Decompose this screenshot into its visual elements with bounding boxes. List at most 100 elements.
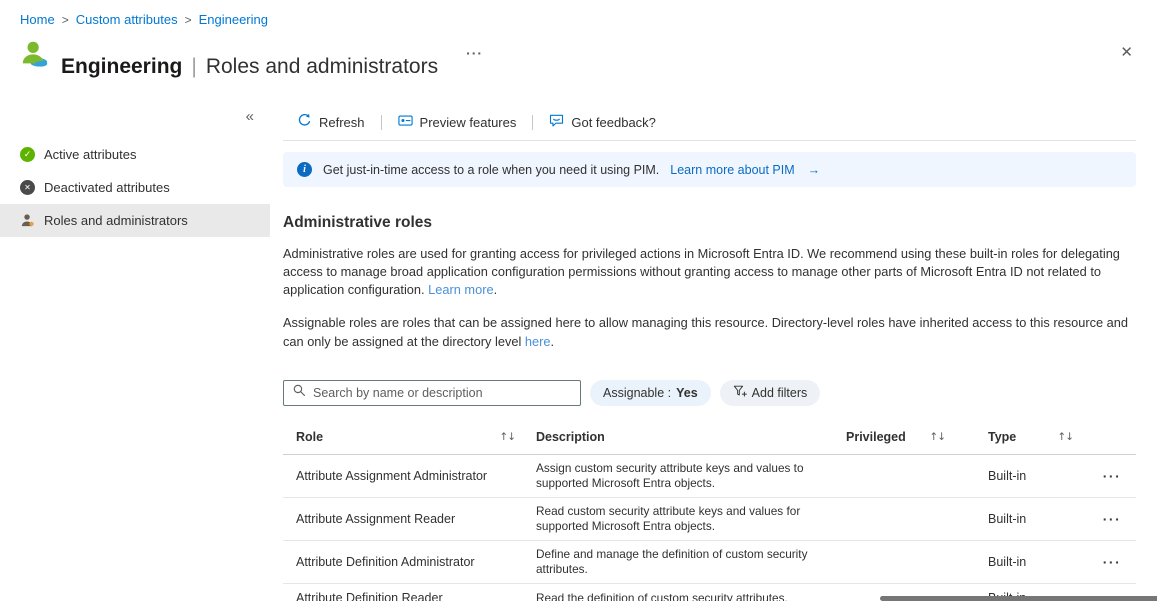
active-check-icon: ✓ bbox=[20, 147, 35, 162]
page-title-section: Roles and administrators bbox=[206, 52, 438, 82]
preview-features-button[interactable]: Preview features bbox=[392, 109, 523, 135]
learn-more-link[interactable]: Learn more bbox=[428, 282, 493, 297]
administrative-roles-description: Administrative roles are used for granti… bbox=[283, 245, 1136, 299]
filter-row: Assignable : Yes Add filters bbox=[283, 380, 1136, 406]
sidebar-item-label: Deactivated attributes bbox=[44, 180, 170, 195]
sort-icon[interactable]: ↑↓ bbox=[499, 431, 515, 443]
title-separator: | bbox=[191, 52, 196, 82]
toolbar: Refresh Preview features bbox=[283, 106, 1136, 138]
page-title: Engineering | Roles and administrators bbox=[61, 52, 438, 82]
intro-period: . bbox=[494, 282, 498, 297]
more-menu-icon[interactable]: ··· bbox=[466, 38, 483, 68]
row-more-icon[interactable]: ··· bbox=[1103, 554, 1122, 570]
column-header-privileged[interactable]: Privileged ↑↓ bbox=[833, 420, 975, 455]
search-icon bbox=[292, 383, 306, 402]
type-cell: Built-in bbox=[975, 454, 1083, 497]
got-feedback-button[interactable]: Got feedback? bbox=[543, 109, 662, 135]
here-link[interactable]: here bbox=[525, 334, 551, 349]
column-label: Description bbox=[536, 430, 605, 444]
horizontal-scrollbar-thumb[interactable] bbox=[880, 596, 1157, 601]
table-row: Attribute Definition Administrator Defin… bbox=[283, 541, 1136, 584]
breadcrumb-engineering[interactable]: Engineering bbox=[199, 12, 268, 27]
sidebar: « ✓ Active attributes ✕ Deactivated attr… bbox=[0, 106, 270, 237]
search-input[interactable] bbox=[313, 386, 572, 400]
toolbar-divider-rule bbox=[283, 140, 1136, 141]
sort-icon[interactable]: ↑↓ bbox=[929, 431, 945, 443]
description-cell: Read custom security attribute keys and … bbox=[523, 497, 833, 540]
intro-text: Administrative roles are used for granti… bbox=[283, 246, 1120, 297]
pim-info-banner: i Get just-in-time access to a role when… bbox=[283, 152, 1136, 187]
sidebar-item-label: Roles and administrators bbox=[44, 213, 188, 228]
toolbar-divider bbox=[381, 115, 382, 130]
privileged-cell bbox=[833, 541, 975, 584]
column-header-type[interactable]: Type ↑↓ bbox=[975, 420, 1083, 455]
description-cell: Assign custom security attribute keys an… bbox=[523, 454, 833, 497]
main-content: Refresh Preview features bbox=[283, 106, 1136, 601]
roles-person-icon bbox=[20, 213, 35, 228]
column-header-role[interactable]: Role ↑↓ bbox=[283, 420, 523, 455]
table-row: Attribute Assignment Administrator Assig… bbox=[283, 454, 1136, 497]
assignable-filter-value: Yes bbox=[676, 386, 698, 400]
table-row: Attribute Assignment Reader Read custom … bbox=[283, 497, 1136, 540]
deactivated-x-icon: ✕ bbox=[20, 180, 35, 195]
feedback-icon bbox=[549, 113, 564, 131]
table-header-row: Role ↑↓ Description Privileged ↑↓ bbox=[283, 420, 1136, 455]
sidebar-item-roles-and-administrators[interactable]: Roles and administrators bbox=[0, 204, 270, 237]
column-header-actions bbox=[1083, 420, 1136, 455]
row-more-icon[interactable]: ··· bbox=[1103, 468, 1122, 484]
pim-learn-more-link[interactable]: Learn more about PIM bbox=[670, 163, 794, 177]
body: « ✓ Active attributes ✕ Deactivated attr… bbox=[0, 106, 1157, 601]
sort-icon[interactable]: ↑↓ bbox=[1057, 431, 1073, 443]
sidebar-item-active-attributes[interactable]: ✓ Active attributes bbox=[0, 138, 270, 171]
type-cell: Built-in bbox=[975, 541, 1083, 584]
breadcrumb: Home > Custom attributes > Engineering bbox=[0, 0, 1157, 27]
page-title-name: Engineering bbox=[61, 52, 182, 82]
pim-banner-text: Get just-in-time access to a role when y… bbox=[323, 163, 659, 177]
type-cell: Built-in bbox=[975, 497, 1083, 540]
assignable-period: . bbox=[551, 334, 555, 349]
add-filters-label: Add filters bbox=[752, 386, 808, 400]
page-header: Engineering | Roles and administrators ·… bbox=[0, 27, 1157, 96]
info-icon: i bbox=[297, 162, 312, 177]
page: Home > Custom attributes > Engineering E… bbox=[0, 0, 1157, 601]
breadcrumb-custom-attributes[interactable]: Custom attributes bbox=[76, 12, 178, 27]
breadcrumb-separator: > bbox=[185, 12, 192, 27]
role-cell: Attribute Definition Reader bbox=[283, 584, 523, 601]
roles-table: Role ↑↓ Description Privileged ↑↓ bbox=[283, 420, 1136, 601]
privileged-cell bbox=[833, 454, 975, 497]
assignable-roles-description: Assignable roles are roles that can be a… bbox=[283, 314, 1136, 350]
preview-features-label: Preview features bbox=[420, 115, 517, 130]
got-feedback-label: Got feedback? bbox=[571, 115, 656, 130]
role-cell: Attribute Definition Administrator bbox=[283, 541, 523, 584]
sidebar-nav: ✓ Active attributes ✕ Deactivated attrib… bbox=[0, 138, 270, 237]
arrow-right-icon: → bbox=[808, 163, 821, 177]
description-cell: Define and manage the definition of cust… bbox=[523, 541, 833, 584]
breadcrumb-separator: > bbox=[62, 12, 69, 27]
sidebar-item-deactivated-attributes[interactable]: ✕ Deactivated attributes bbox=[0, 171, 270, 204]
breadcrumb-home[interactable]: Home bbox=[20, 12, 55, 27]
column-header-description: Description bbox=[523, 420, 833, 455]
sidebar-item-label: Active attributes bbox=[44, 147, 137, 162]
refresh-label: Refresh bbox=[319, 115, 365, 130]
add-filter-icon bbox=[733, 384, 747, 401]
column-label: Type bbox=[988, 430, 1016, 444]
column-label: Privileged bbox=[846, 430, 906, 444]
close-icon[interactable]: ✕ bbox=[1120, 38, 1133, 68]
toolbar-divider bbox=[532, 115, 533, 130]
assignable-text: Assignable roles are roles that can be a… bbox=[283, 315, 1128, 348]
column-label: Role bbox=[296, 430, 323, 444]
refresh-icon bbox=[297, 113, 312, 131]
custom-attributes-icon bbox=[20, 38, 50, 68]
row-more-icon[interactable]: ··· bbox=[1103, 511, 1122, 527]
preview-features-icon bbox=[398, 113, 413, 131]
privileged-cell bbox=[833, 497, 975, 540]
refresh-button[interactable]: Refresh bbox=[291, 109, 371, 135]
assignable-filter-pill[interactable]: Assignable : Yes bbox=[590, 380, 711, 406]
administrative-roles-heading: Administrative roles bbox=[283, 214, 1136, 232]
search-box bbox=[283, 380, 581, 406]
role-cell: Attribute Assignment Administrator bbox=[283, 454, 523, 497]
description-cell: Read the definition of custom security a… bbox=[523, 584, 833, 601]
assignable-filter-label: Assignable : bbox=[603, 386, 671, 400]
add-filters-button[interactable]: Add filters bbox=[720, 380, 821, 406]
sidebar-collapse-icon[interactable]: « bbox=[0, 106, 270, 128]
